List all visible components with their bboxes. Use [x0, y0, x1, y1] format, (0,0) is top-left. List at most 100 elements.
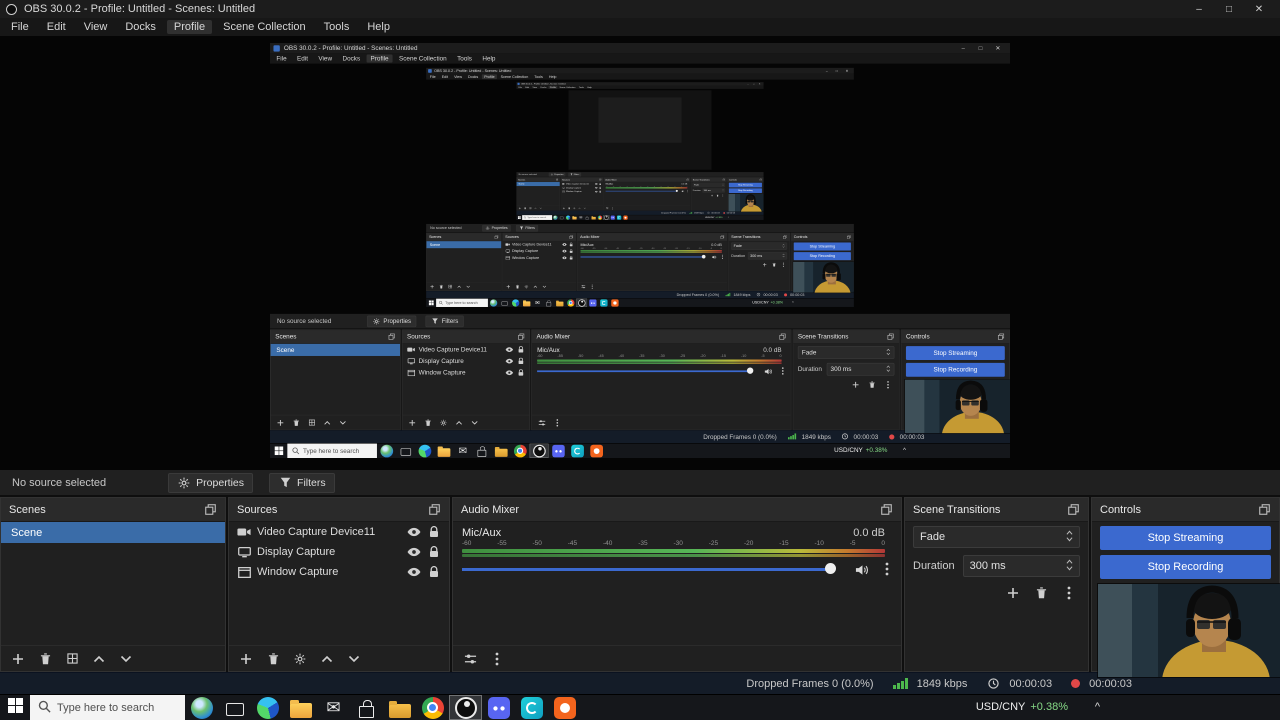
- taskbar-file-explorer-icon[interactable]: [284, 695, 317, 720]
- menu-scene-collection[interactable]: Scene Collection: [216, 20, 313, 34]
- taskbar-teal-app-icon[interactable]: [515, 695, 548, 720]
- duration-value: 300 ms: [969, 560, 1006, 572]
- menu-docks[interactable]: Docks: [118, 20, 163, 34]
- menu-tools[interactable]: Tools: [317, 20, 357, 34]
- move-source-up-button[interactable]: [320, 652, 334, 666]
- properties-label: Properties: [196, 476, 245, 489]
- currency-ticker[interactable]: USD/CNY +0.38%: [976, 694, 1068, 720]
- taskbar-task-view-icon[interactable]: [218, 695, 251, 720]
- remove-transition-button[interactable]: [1034, 586, 1048, 600]
- file-explorer-icon: [522, 300, 531, 307]
- window-buttons: – □ ✕: [1184, 4, 1274, 15]
- move-source-down-button[interactable]: [347, 652, 361, 666]
- source-row[interactable]: Video Capture Device11: [229, 522, 449, 542]
- transition-select[interactable]: Fade: [913, 526, 1080, 548]
- properties-button[interactable]: Properties: [168, 472, 254, 493]
- source-properties-button[interactable]: [293, 652, 307, 666]
- mixer-toolbar: [453, 645, 901, 671]
- mail-icon: ✉: [326, 697, 341, 717]
- move-scene-down-button[interactable]: [119, 652, 133, 666]
- advanced-audio-button[interactable]: [463, 652, 477, 666]
- filter-icon: [278, 476, 292, 490]
- add-transition-button[interactable]: [1006, 586, 1020, 600]
- lock-icon[interactable]: [427, 525, 441, 539]
- filters-label: Filters: [297, 476, 326, 489]
- minimize-button[interactable]: –: [1184, 4, 1214, 15]
- close-button[interactable]: ✕: [1244, 4, 1274, 15]
- taskbar-store-icon[interactable]: [350, 695, 383, 720]
- taskbar-obs-icon: [576, 298, 588, 307]
- scene-filters-button[interactable]: [65, 652, 79, 666]
- taskbar-edge-icon[interactable]: [251, 695, 284, 720]
- dock-popout-icon[interactable]: [1257, 503, 1271, 517]
- scene-item[interactable]: Scene: [1, 522, 225, 543]
- tray-expand-chevron[interactable]: ^: [1095, 694, 1100, 720]
- meter-tick: -10: [814, 540, 824, 547]
- dock-popout-icon[interactable]: [427, 503, 441, 517]
- remove-source-button[interactable]: [266, 652, 280, 666]
- transition-menu-button[interactable]: [1062, 586, 1076, 600]
- meter-tick: -60: [462, 540, 472, 547]
- chrome-icon: [566, 299, 575, 307]
- taskbar-obs-icon[interactable]: [449, 695, 482, 720]
- menu-edit[interactable]: Edit: [40, 20, 73, 34]
- preview-area[interactable]: OBS 30.0.2 - Profile: Untitled - Scenes:…: [0, 36, 1280, 470]
- folder-icon: [591, 216, 596, 220]
- move-scene-up-button[interactable]: [92, 652, 106, 666]
- meter-tick: -5: [849, 540, 856, 547]
- record-time: 00:00:03: [1089, 677, 1132, 690]
- menu-view[interactable]: View: [77, 20, 115, 34]
- duration-input[interactable]: 300 ms: [962, 555, 1080, 577]
- visibility-eye-icon[interactable]: [407, 565, 421, 579]
- menu-profile[interactable]: Profile: [166, 20, 213, 34]
- menu-file[interactable]: File: [4, 20, 36, 34]
- mail-icon: ✉: [579, 215, 583, 220]
- taskbar-folder-icon[interactable]: [383, 695, 416, 720]
- meter-tick: -45: [567, 540, 578, 547]
- start-button[interactable]: [0, 695, 30, 720]
- dock-popout-icon[interactable]: [203, 503, 217, 517]
- taskbar-chrome-icon[interactable]: [416, 695, 449, 720]
- weather-icon: [380, 444, 393, 458]
- lock-icon[interactable]: [427, 545, 441, 559]
- taskbar-file-explorer-icon: [434, 444, 453, 458]
- source-row[interactable]: Display Capture: [229, 542, 449, 562]
- volume-slider-handle[interactable]: [824, 563, 836, 574]
- volume-slider-track[interactable]: [462, 568, 830, 571]
- source-row[interactable]: Window Capture: [229, 562, 449, 582]
- lock-icon[interactable]: [427, 565, 441, 579]
- taskbar-red-app-icon[interactable]: [548, 695, 581, 720]
- folder-icon: [494, 446, 508, 457]
- add-source-button[interactable]: [239, 652, 253, 666]
- search-icon: [38, 700, 51, 716]
- stream-time-icon: [986, 677, 1000, 691]
- ticker-change: +0.38%: [1030, 701, 1068, 713]
- remove-scene-button[interactable]: [38, 652, 52, 666]
- add-scene-button[interactable]: [11, 652, 25, 666]
- taskbar-store-icon: [543, 299, 554, 307]
- filters-button[interactable]: Filters: [269, 472, 335, 493]
- dock-popout-icon[interactable]: [879, 503, 893, 517]
- taskbar-discord-icon[interactable]: [482, 695, 515, 720]
- speaker-icon[interactable]: [855, 563, 869, 581]
- maximize-button[interactable]: □: [1214, 4, 1244, 15]
- taskbar-mail-icon[interactable]: ✉: [317, 695, 350, 720]
- taskbar-chrome-icon: [565, 299, 576, 307]
- mixer-menu-button[interactable]: [490, 652, 504, 666]
- taskbar-search[interactable]: Type here to search: [30, 695, 185, 720]
- taskbar-red-app-icon: [609, 299, 620, 307]
- channel-menu-icon[interactable]: [885, 562, 889, 581]
- windows-taskbar: Type here to search ✉: [0, 694, 1280, 720]
- volume-slider-row: [462, 562, 893, 576]
- visibility-eye-icon[interactable]: [407, 545, 421, 559]
- scenes-toolbar: [1, 645, 225, 671]
- stop-recording-button[interactable]: Stop Recording: [1100, 555, 1271, 579]
- obs-icon: [604, 215, 609, 220]
- sources-toolbar: [229, 645, 449, 671]
- transitions-toolbar: [905, 586, 1088, 600]
- stop-streaming-button[interactable]: Stop Streaming: [1100, 526, 1271, 550]
- taskbar-weather-icon[interactable]: [185, 695, 218, 720]
- dock-popout-icon[interactable]: [1066, 503, 1080, 517]
- visibility-eye-icon[interactable]: [407, 525, 421, 539]
- menu-help[interactable]: Help: [360, 20, 397, 34]
